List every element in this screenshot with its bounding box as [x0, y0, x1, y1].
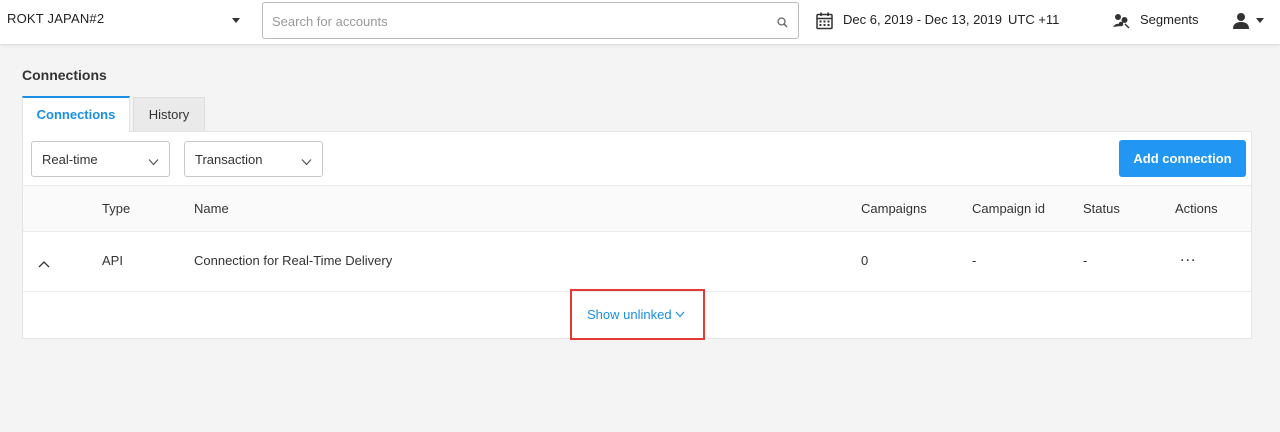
column-header-status[interactable]: Status	[1083, 201, 1120, 216]
connection-type-select[interactable]: Transaction	[184, 141, 323, 177]
account-dropdown-icon[interactable]	[232, 18, 240, 23]
row-type: API	[102, 253, 123, 268]
chevron-down-icon	[301, 154, 312, 169]
row-campaign-id: -	[972, 253, 977, 268]
search-input[interactable]	[272, 11, 752, 31]
user-menu-caret-icon[interactable]	[1256, 18, 1264, 23]
show-unlinked-highlight: Show unlinked	[570, 289, 705, 340]
segments-icon[interactable]	[1112, 11, 1130, 34]
column-header-actions: Actions	[1175, 201, 1218, 216]
account-search[interactable]	[262, 2, 799, 39]
table-row[interactable]: API Connection for Real-Time Delivery 0 …	[23, 232, 1251, 292]
row-actions-menu[interactable]: ...	[1180, 248, 1196, 266]
row-status: -	[1083, 253, 1088, 268]
timezone-label: UTC +11	[1008, 12, 1060, 27]
calendar-icon[interactable]	[816, 12, 833, 35]
connection-type-select-value: Transaction	[195, 152, 263, 167]
connections-panel: Real-time Transaction Add connection Typ…	[22, 131, 1252, 340]
account-name[interactable]: ROKT JAPAN#2	[7, 11, 104, 26]
add-connection-button[interactable]: Add connection	[1119, 140, 1246, 177]
segments-button[interactable]: Segments	[1140, 12, 1199, 27]
page-title: Connections	[22, 67, 107, 83]
show-unlinked-label: Show unlinked	[587, 307, 672, 322]
column-header-campaigns[interactable]: Campaigns	[861, 201, 927, 216]
user-avatar-icon[interactable]	[1233, 12, 1249, 34]
column-header-campaign-id[interactable]: Campaign id	[972, 201, 1045, 216]
delivery-select[interactable]: Real-time	[31, 141, 170, 177]
row-name: Connection for Real-Time Delivery	[194, 253, 393, 268]
column-header-name[interactable]: Name	[194, 201, 229, 216]
collapse-chevron-up-icon[interactable]	[38, 255, 50, 273]
date-range[interactable]: Dec 6, 2019 - Dec 13, 2019	[843, 12, 1002, 27]
row-campaigns: 0	[861, 253, 869, 268]
tab-connections[interactable]: Connections	[22, 96, 130, 132]
table-header: Type Name Campaigns Campaign id Status A…	[23, 185, 1251, 232]
tab-history[interactable]: History	[133, 97, 205, 132]
delivery-select-value: Real-time	[42, 152, 98, 167]
top-bar: ROKT JAPAN#2 Dec 6, 2019 - Dec 13, 2019 …	[0, 0, 1280, 44]
column-header-type[interactable]: Type	[102, 201, 130, 216]
chevron-down-icon	[148, 154, 159, 169]
show-unlinked-link[interactable]: Show unlinked	[587, 307, 685, 322]
chevron-down-icon	[672, 307, 685, 322]
search-icon[interactable]	[777, 15, 788, 33]
